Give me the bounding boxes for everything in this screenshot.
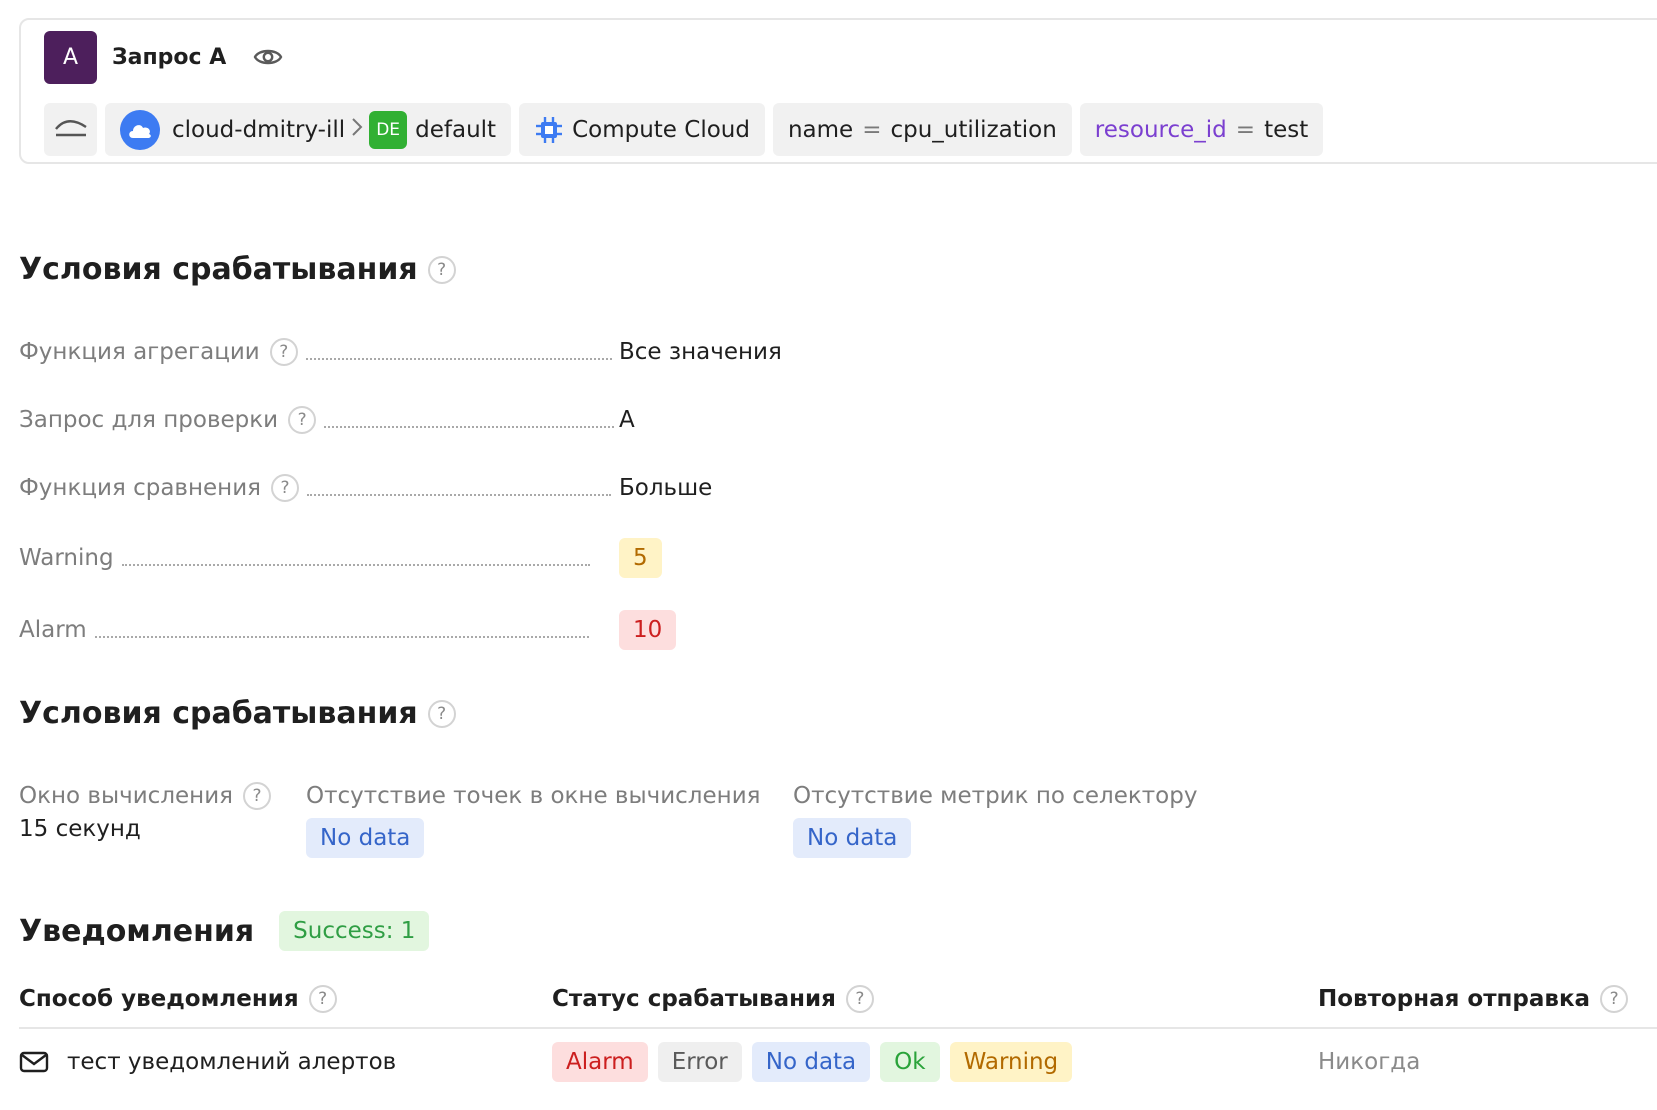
condition-label: Функция агрегации? (19, 338, 298, 366)
filter-key: resource_id (1094, 116, 1227, 143)
query-chips: cloud-dmitry-ill DE default Compute Clou… (44, 103, 1324, 156)
cloud-folder-chip[interactable]: cloud-dmitry-ill DE default (105, 103, 512, 156)
query-header: A Запрос A (44, 30, 283, 84)
notification-method-cell: тест уведомлений алертов (19, 1042, 396, 1082)
status-badge-warning: Warning (949, 1042, 1073, 1082)
header-text: Статус срабатывания (552, 986, 836, 1012)
header-text: Повторная отправка (1318, 986, 1591, 1012)
column-header-method: Способ уведомления? (19, 985, 337, 1013)
column-header-resend: Повторная отправка? (1318, 985, 1629, 1013)
condition-row-aggregation: Функция агрегации? Все значения (19, 332, 819, 372)
dotted-leader (121, 564, 590, 566)
dotted-leader (305, 358, 612, 360)
window-label: Окно вычисления? (19, 778, 271, 814)
condition-label: Запрос для проверки? (19, 406, 317, 434)
chevron-right-icon (351, 117, 363, 143)
status-badge-ok: Ok (880, 1042, 940, 1082)
conditions-title: Условия срабатывания ? (19, 252, 456, 287)
table-divider (19, 1027, 1657, 1029)
chart-type-button[interactable] (44, 103, 97, 156)
name-filter-chip[interactable]: name = cpu_utilization (772, 103, 1072, 156)
service-chip[interactable]: Compute Cloud (519, 103, 765, 156)
section-heading: Уведомления (19, 913, 255, 949)
window-value: 15 секунд (19, 816, 141, 842)
cloud-name: cloud-dmitry-ill (172, 116, 346, 143)
filter-operator: = (1235, 116, 1256, 143)
success-badge: Success: 1 (279, 911, 430, 951)
cloud-icon (120, 109, 160, 150)
filter-operator: = (862, 116, 882, 143)
section-heading: Условия срабатывания (19, 696, 418, 731)
status-badge-alarm: Alarm (552, 1042, 648, 1082)
notification-method-name[interactable]: тест уведомлений алертов (67, 1049, 396, 1075)
query-title: Запрос A (112, 44, 227, 70)
condition-row-alarm: Alarm 10 (19, 610, 819, 650)
help-icon[interactable]: ? (427, 255, 456, 284)
dotted-leader (324, 426, 615, 428)
no-metrics-badge: No data (793, 818, 912, 858)
notification-resend-cell: Никогда (1318, 1049, 1421, 1075)
query-card: A Запрос A cloud-dmitry-ill DE default C… (19, 18, 1657, 164)
condition-label: Функция сравнения? (19, 474, 299, 502)
help-icon[interactable]: ? (288, 406, 317, 434)
window-block: Окно вычисления? 15 секунд (19, 778, 271, 842)
no-metrics-block: Отсутствие метрик по селектору No data (793, 778, 1197, 858)
help-icon[interactable]: ? (427, 699, 456, 728)
status-badge-nodata: No data (751, 1042, 871, 1082)
filter-value: cpu_utilization (890, 116, 1057, 143)
mail-icon (19, 1051, 49, 1073)
status-badge-error: Error (657, 1042, 742, 1082)
resource-filter-chip[interactable]: resource_id = test (1079, 103, 1324, 156)
alarm-threshold-badge: 10 (619, 610, 677, 650)
no-points-label: Отсутствие точек в окне вычисления (306, 783, 761, 809)
dotted-leader (94, 636, 589, 638)
filter-key: name (787, 116, 854, 143)
chip-icon (534, 115, 564, 145)
condition-value: 10 (619, 610, 677, 650)
label-text: Функция агрегации (19, 339, 260, 365)
notifications-title: Уведомления Success: 1 (19, 911, 430, 951)
label-text: Функция сравнения (19, 475, 261, 501)
conditions-title-2: Условия срабатывания ? (19, 696, 456, 731)
condition-value: Больше (619, 475, 713, 501)
condition-row-warning: Warning 5 (19, 538, 819, 578)
help-icon[interactable]: ? (271, 474, 299, 502)
condition-row-query: Запрос для проверки? A (19, 400, 819, 440)
filter-value: test (1264, 116, 1309, 143)
column-header-status: Статус срабатывания? (552, 985, 874, 1013)
condition-label: Warning (19, 545, 114, 571)
eye-icon[interactable] (253, 42, 283, 72)
dotted-leader (307, 494, 611, 496)
help-icon[interactable]: ? (243, 782, 271, 810)
condition-value: 5 (619, 538, 662, 578)
notification-status-cell: Alarm Error No data Ok Warning (552, 1042, 1073, 1082)
header-text: Способ уведомления (19, 986, 299, 1012)
label-text: Окно вычисления (19, 783, 233, 809)
help-icon[interactable]: ? (308, 985, 337, 1013)
label-text: Запрос для проверки (19, 407, 279, 433)
no-metrics-label: Отсутствие метрик по селектору (793, 783, 1198, 809)
service-name: Compute Cloud (572, 116, 750, 143)
folder-name: default (415, 116, 497, 143)
condition-value: Все значения (619, 339, 782, 365)
help-icon[interactable]: ? (845, 985, 874, 1013)
condition-row-comparison: Функция сравнения? Больше (19, 468, 819, 508)
warning-threshold-badge: 5 (619, 538, 662, 578)
query-avatar: A (44, 30, 97, 84)
condition-value: A (619, 407, 635, 433)
condition-label: Alarm (19, 617, 87, 643)
help-icon[interactable]: ? (1600, 985, 1629, 1013)
no-points-block: Отсутствие точек в окне вычисления No da… (306, 778, 760, 858)
area-chart-icon (54, 115, 88, 145)
section-heading: Условия срабатывания (19, 252, 418, 287)
help-icon[interactable]: ? (269, 338, 298, 366)
no-points-badge: No data (306, 818, 425, 858)
folder-badge: DE (369, 110, 408, 149)
